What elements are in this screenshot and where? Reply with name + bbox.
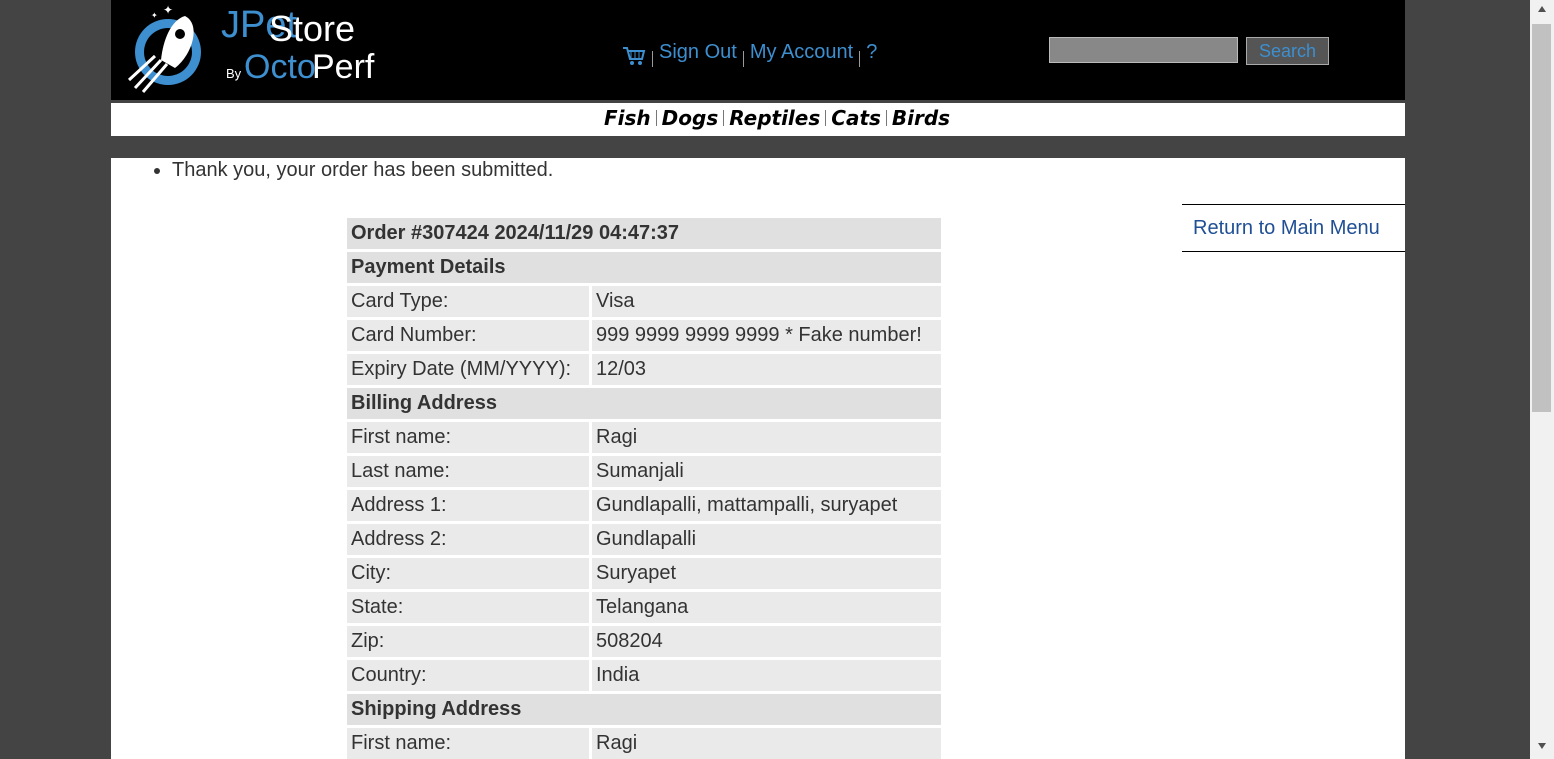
- billing-city-label: City:: [347, 558, 589, 589]
- table-row: Address 2: Gundlapalli: [347, 524, 941, 555]
- table-row: Country: India: [347, 660, 941, 691]
- quicklink-fish[interactable]: Fish: [604, 106, 651, 130]
- quicklink-cats[interactable]: Cats: [831, 106, 881, 130]
- table-row: First name: Ragi: [347, 422, 941, 453]
- quicklink-separator: [723, 110, 725, 126]
- quick-links-bar: Fish Dogs Reptiles Cats Birds: [111, 103, 1405, 136]
- expiry-date-label: Expiry Date (MM/YYYY):: [347, 354, 589, 385]
- cart-icon[interactable]: [622, 46, 646, 66]
- table-row: Address 1: Gundlapalli, mattampalli, sur…: [347, 490, 941, 521]
- table-row: Expiry Date (MM/YYYY): 12/03: [347, 354, 941, 385]
- return-to-main-menu-link[interactable]: Return to Main Menu: [1193, 217, 1380, 240]
- shipping-first-name-value: Ragi: [592, 728, 941, 759]
- expiry-date-value: 12/03: [592, 354, 941, 385]
- scroll-down-arrow-icon[interactable]: [1538, 743, 1546, 749]
- billing-last-name-value: Sumanjali: [592, 456, 941, 487]
- billing-country-value: India: [592, 660, 941, 691]
- quicklink-birds[interactable]: Birds: [892, 106, 950, 130]
- table-row: Card Type: Visa: [347, 286, 941, 317]
- billing-first-name-label: First name:: [347, 422, 589, 453]
- menu-separator: [742, 51, 744, 67]
- confirmation-message: Thank you, your order has been submitted…: [172, 158, 553, 182]
- logo-perf-text: Perf: [312, 48, 375, 86]
- svg-text:✦: ✦: [151, 11, 158, 20]
- billing-state-label: State:: [347, 592, 589, 623]
- table-row: First name: Ragi: [347, 728, 941, 759]
- search-button[interactable]: Search: [1246, 37, 1329, 65]
- quicklink-separator: [825, 110, 827, 126]
- back-link-box: Return to Main Menu: [1182, 204, 1405, 252]
- shipping-address-header: Shipping Address: [347, 694, 941, 725]
- logo-octo-text: Octo: [244, 48, 316, 86]
- my-account-link[interactable]: My Account: [750, 41, 853, 64]
- shipping-first-name-label: First name:: [347, 728, 589, 759]
- card-number-value: 999 9999 9999 9999 * Fake number!: [592, 320, 941, 351]
- jpetstore-logo[interactable]: ✦ ✦ JPet Store By Octo Perf: [123, 2, 403, 94]
- svg-text:✦: ✦: [163, 3, 173, 17]
- header: ✦ ✦ JPet Store By Octo Perf Sign Out My …: [111, 0, 1405, 100]
- billing-city-value: Suryapet: [592, 558, 941, 589]
- billing-address1-label: Address 1:: [347, 490, 589, 521]
- billing-state-value: Telangana: [592, 592, 941, 623]
- quicklink-separator: [655, 110, 657, 126]
- billing-country-label: Country:: [347, 660, 589, 691]
- billing-first-name-value: Ragi: [592, 422, 941, 453]
- card-type-label: Card Type:: [347, 286, 589, 317]
- table-row: State: Telangana: [347, 592, 941, 623]
- search-input[interactable]: [1049, 37, 1238, 63]
- order-details-table: Order #307424 2024/11/29 04:47:37 Paymen…: [344, 215, 944, 759]
- logo-store-text: Store: [269, 8, 356, 49]
- messages-list: Thank you, your order has been submitted…: [151, 158, 553, 182]
- logo-by-text: By: [226, 66, 242, 81]
- quicklink-reptiles[interactable]: Reptiles: [729, 106, 820, 130]
- billing-address2-value: Gundlapalli: [592, 524, 941, 555]
- billing-address1-value: Gundlapalli, mattampalli, suryapet: [592, 490, 941, 521]
- menu-separator: [859, 51, 861, 67]
- billing-address2-label: Address 2:: [347, 524, 589, 555]
- table-row: Last name: Sumanjali: [347, 456, 941, 487]
- rocket-logo-icon: ✦ ✦: [127, 3, 201, 93]
- billing-zip-value: 508204: [592, 626, 941, 657]
- menu-content: Sign Out My Account ?: [622, 37, 877, 67]
- help-link[interactable]: ?: [866, 41, 877, 64]
- table-row: Card Number: 999 9999 9999 9999 * Fake n…: [347, 320, 941, 351]
- card-type-value: Visa: [592, 286, 941, 317]
- order-title: Order #307424 2024/11/29 04:47:37: [347, 218, 941, 249]
- payment-details-header: Payment Details: [347, 252, 941, 283]
- billing-zip-label: Zip:: [347, 626, 589, 657]
- scrollbar-thumb[interactable]: [1532, 24, 1551, 412]
- vertical-scrollbar[interactable]: [1530, 0, 1554, 759]
- table-row: Zip: 508204: [347, 626, 941, 657]
- table-row: City: Suryapet: [347, 558, 941, 589]
- quicklink-dogs[interactable]: Dogs: [662, 106, 719, 130]
- quicklink-separator: [885, 110, 887, 126]
- menu-separator: [652, 51, 653, 67]
- billing-last-name-label: Last name:: [347, 456, 589, 487]
- scroll-up-arrow-icon[interactable]: [1538, 6, 1546, 12]
- billing-address-header: Billing Address: [347, 388, 941, 419]
- card-number-label: Card Number:: [347, 320, 589, 351]
- sign-out-link[interactable]: Sign Out: [659, 41, 737, 64]
- main-content: Thank you, your order has been submitted…: [111, 158, 1405, 759]
